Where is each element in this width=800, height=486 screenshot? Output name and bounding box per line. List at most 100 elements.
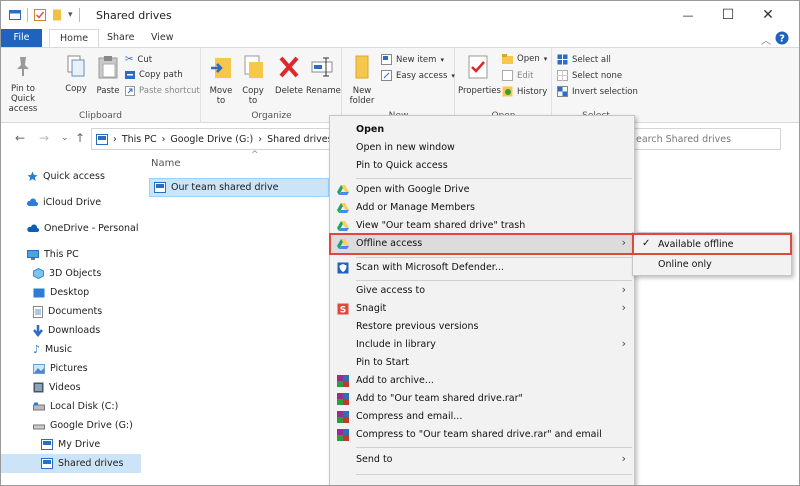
sidebar-item-pictures[interactable]: Pictures bbox=[1, 359, 141, 378]
menu-item-send-to[interactable]: Send to › bbox=[330, 451, 634, 469]
offline-access-submenu: ✓ Available offline Online only bbox=[632, 232, 792, 276]
menu-item-snagit[interactable]: S Snagit › bbox=[330, 300, 634, 318]
menu-item-give-access[interactable]: Give access to › bbox=[330, 282, 634, 300]
submenu-item-online-only[interactable]: Online only bbox=[633, 255, 791, 274]
pin-quick-access-button[interactable]: Pin to Quick access bbox=[5, 54, 41, 114]
invert-selection-button[interactable]: Invert selection bbox=[557, 86, 638, 97]
search-input[interactable]: earch Shared drives bbox=[633, 128, 781, 150]
sidebar-item-desktop[interactable]: Desktop bbox=[1, 283, 141, 302]
submenu-arrow-icon: › bbox=[621, 283, 626, 296]
properties-button[interactable]: Properties bbox=[458, 54, 501, 96]
close-button[interactable]: ✕ bbox=[745, 1, 791, 29]
menu-item-compress-email[interactable]: Compress and email... bbox=[330, 408, 634, 426]
tab-share[interactable]: Share bbox=[97, 29, 144, 47]
download-arrow-icon bbox=[33, 324, 43, 337]
menu-item-add-archive[interactable]: Add to archive... bbox=[330, 372, 634, 390]
sidebar-item-shared-drives[interactable]: Shared drives bbox=[1, 454, 141, 473]
menu-item-manage-members[interactable]: Add or Manage Members bbox=[330, 199, 634, 217]
quick-access-toolbar: ▾ bbox=[9, 8, 80, 22]
menu-item-add-rar[interactable]: Add to "Our team shared drive.rar" bbox=[330, 390, 634, 408]
tab-view[interactable]: View bbox=[141, 29, 184, 47]
paste-label: Paste bbox=[96, 86, 120, 96]
copy-to-button[interactable]: Copy to bbox=[238, 54, 268, 106]
menu-item-pin-start[interactable]: Pin to Start bbox=[330, 354, 634, 372]
recent-locations-icon[interactable]: ⌄ bbox=[61, 133, 69, 143]
breadcrumb-separator-icon: › bbox=[161, 133, 166, 145]
sidebar-item-downloads[interactable]: Downloads bbox=[1, 321, 141, 340]
edit-icon bbox=[502, 70, 513, 81]
sidebar-item-this-pc[interactable]: This PC bbox=[1, 245, 141, 264]
delete-button[interactable]: Delete bbox=[274, 54, 304, 96]
qat-dropdown-icon[interactable]: ▾ bbox=[68, 10, 73, 20]
breadcrumb-shared-drives[interactable]: Shared drives bbox=[267, 134, 332, 145]
clipboard-group-label: Clipboard bbox=[79, 111, 122, 121]
menu-item-open[interactable]: Open bbox=[330, 121, 634, 139]
paste-shortcut-icon bbox=[125, 86, 135, 96]
new-folder-button[interactable]: New folder bbox=[347, 54, 377, 106]
select-none-button[interactable]: Select none bbox=[557, 70, 622, 81]
open-button[interactable]: Open ▾ bbox=[502, 54, 547, 64]
cut-button[interactable]: ✂ Cut bbox=[125, 54, 152, 65]
sidebar-label: OneDrive - Personal bbox=[44, 223, 139, 234]
sidebar-item-my-drive[interactable]: My Drive bbox=[1, 435, 141, 454]
help-icon[interactable]: ? bbox=[775, 31, 789, 45]
context-menu: Open Open in new window Pin to Quick acc… bbox=[329, 115, 635, 485]
tab-home[interactable]: Home bbox=[49, 29, 100, 47]
sidebar-item-3d-objects[interactable]: 3D Objects bbox=[1, 264, 141, 283]
edit-button[interactable]: Edit bbox=[502, 70, 533, 81]
google-drive-icon bbox=[337, 221, 349, 231]
copy-path-button[interactable]: Copy path bbox=[125, 70, 183, 80]
copy-button[interactable]: Copy bbox=[61, 54, 91, 94]
paste-button[interactable]: Paste bbox=[93, 54, 123, 96]
easy-access-button[interactable]: Easy access ▾ bbox=[381, 70, 455, 81]
forward-arrow-icon[interactable]: → bbox=[39, 131, 49, 145]
file-name: Our team shared drive bbox=[171, 182, 279, 193]
paste-shortcut-button[interactable]: Paste shortcut bbox=[125, 86, 200, 96]
menu-item-scan-defender[interactable]: Scan with Microsoft Defender... bbox=[330, 259, 634, 277]
pin-label: Pin to Quick access bbox=[8, 84, 38, 114]
sidebar-item-documents[interactable]: Documents bbox=[1, 302, 141, 321]
open-label: Open bbox=[517, 54, 540, 64]
tab-file[interactable]: File bbox=[1, 29, 42, 47]
select-all-button[interactable]: Select all bbox=[557, 54, 611, 65]
sidebar-item-videos[interactable]: Videos bbox=[1, 378, 141, 397]
sidebar-item-local-disk[interactable]: Local Disk (C:) bbox=[1, 397, 141, 416]
ribbon-collapse-icon[interactable]: ︿ bbox=[761, 32, 771, 47]
file-row-selected[interactable]: Our team shared drive bbox=[149, 178, 329, 197]
qat-divider bbox=[27, 8, 28, 22]
scissors-icon: ✂ bbox=[125, 54, 134, 65]
history-label: History bbox=[517, 86, 548, 97]
properties-check-icon[interactable] bbox=[34, 9, 46, 21]
address-bar[interactable]: › This PC › Google Drive (G:) › Shared d… bbox=[91, 128, 337, 150]
menu-item-pin-quick-access[interactable]: Pin to Quick access bbox=[330, 157, 634, 175]
history-button[interactable]: History bbox=[502, 86, 547, 97]
breadcrumb-google-drive[interactable]: Google Drive (G:) bbox=[170, 134, 253, 145]
menu-item-restore-versions[interactable]: Restore previous versions bbox=[330, 318, 634, 336]
new-folder-qat-icon[interactable] bbox=[52, 9, 62, 21]
up-arrow-icon[interactable]: ↑ bbox=[75, 131, 85, 145]
music-note-icon: ♪ bbox=[33, 343, 41, 356]
breadcrumb-this-pc[interactable]: This PC bbox=[122, 134, 157, 145]
new-item-button[interactable]: New item ▾ bbox=[381, 54, 444, 65]
sidebar-item-music[interactable]: ♪ Music bbox=[1, 340, 141, 359]
menu-item-compress-rar-email[interactable]: Compress to "Our team shared drive.rar" … bbox=[330, 426, 634, 444]
rename-button[interactable]: Rename bbox=[306, 54, 341, 96]
menu-item-include-library[interactable]: Include in library › bbox=[330, 336, 634, 354]
column-header-name[interactable]: Name bbox=[151, 158, 181, 169]
organize-group-label: Organize bbox=[251, 111, 292, 121]
copy-path-icon bbox=[125, 71, 135, 79]
shared-drives-icon bbox=[41, 458, 53, 469]
sidebar-item-onedrive[interactable]: OneDrive - Personal bbox=[1, 219, 141, 238]
menu-divider bbox=[356, 474, 632, 475]
sidebar-item-quick-access[interactable]: Quick access bbox=[1, 167, 141, 186]
explorer-icon[interactable] bbox=[9, 9, 21, 21]
menu-item-open-google-drive[interactable]: Open with Google Drive bbox=[330, 181, 634, 199]
sidebar-label: My Drive bbox=[58, 439, 101, 450]
copy-to-icon bbox=[244, 55, 263, 78]
menu-item-open-new-window[interactable]: Open in new window bbox=[330, 139, 634, 157]
move-to-button[interactable]: Move to bbox=[206, 54, 236, 106]
sidebar-item-icloud-drive[interactable]: iCloud Drive bbox=[1, 193, 141, 212]
back-arrow-icon[interactable]: ← bbox=[15, 131, 25, 145]
sidebar-item-google-drive[interactable]: Google Drive (G:) bbox=[1, 416, 141, 435]
copy-to-label: Copy to bbox=[242, 86, 264, 106]
